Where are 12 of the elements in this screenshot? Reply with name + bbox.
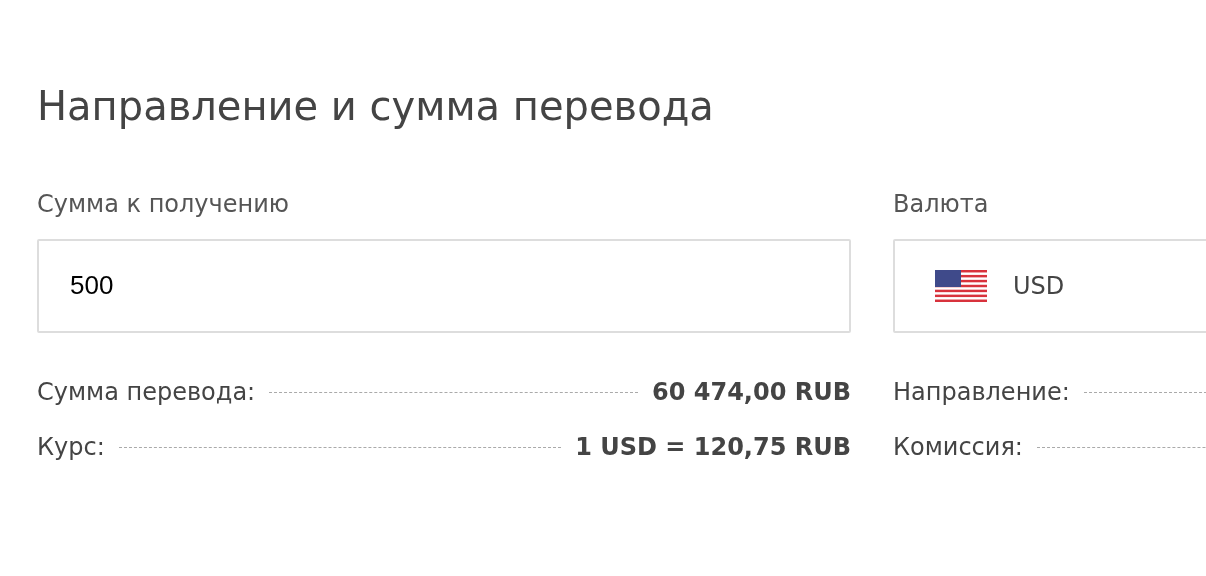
page-title: Направление и сумма перевода (37, 82, 715, 130)
detail-label: Направление: (893, 376, 1070, 408)
detail-label: Комиссия: (893, 432, 1023, 463)
amount-field[interactable]: 500 (37, 238, 851, 333)
field-label: Валюта (893, 190, 990, 219)
detail-value: 60 474,00 RUB (652, 376, 851, 408)
detail-value: 1 USD = 120,75 RUB (575, 432, 851, 463)
currency-select[interactable]: USD (893, 238, 1206, 333)
detail-label: Сумма перевода: (37, 376, 256, 408)
field-label: Сумма к получению (37, 190, 290, 219)
detail-label: Курс: (37, 432, 105, 463)
flag-icon (935, 269, 987, 302)
